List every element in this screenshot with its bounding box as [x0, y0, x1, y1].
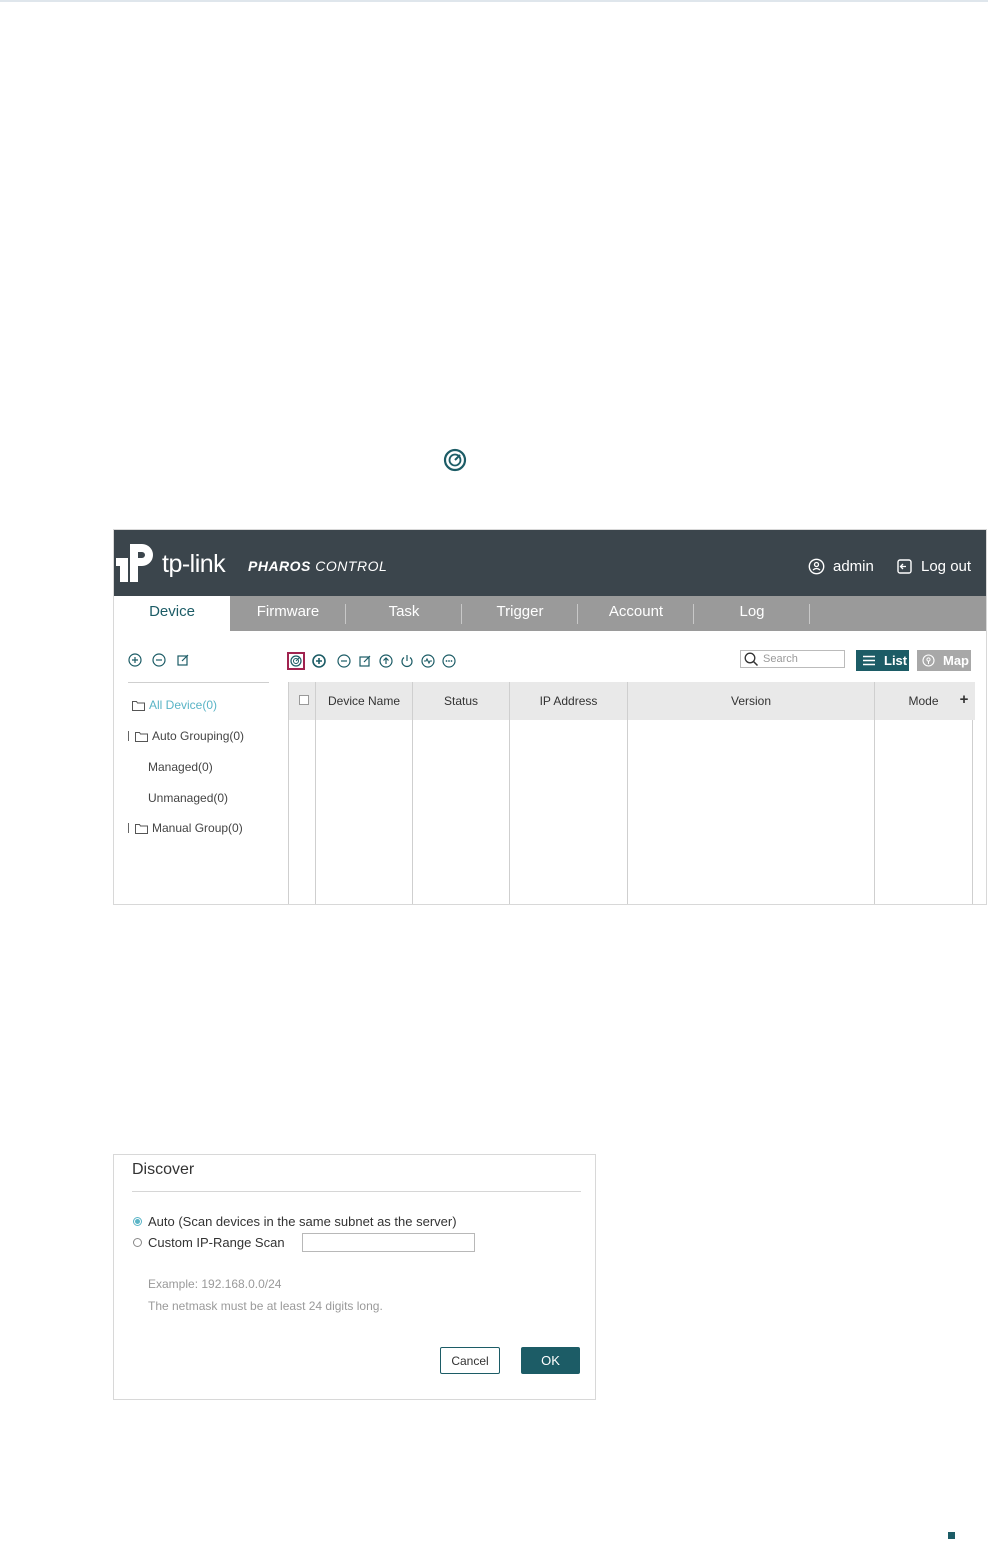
option-auto-label: Auto (Scan devices in the same subnet as…	[148, 1214, 457, 1229]
user-menu[interactable]: admin	[808, 558, 874, 575]
sidebar-divider	[128, 682, 269, 683]
add-device-icon[interactable]	[312, 654, 326, 668]
tree-item-label: All Device(0)	[149, 698, 218, 712]
list-view-button[interactable]: List	[856, 650, 909, 671]
upgrade-icon[interactable]	[379, 654, 393, 668]
username: admin	[833, 558, 874, 575]
column-device-name: Device Name	[316, 682, 413, 904]
folder-icon	[132, 700, 145, 711]
map-pin-icon	[922, 654, 935, 667]
add-group-icon[interactable]	[128, 653, 142, 667]
column-status: Status	[413, 682, 510, 904]
tree-item-all-device[interactable]: All Device(0)	[132, 698, 217, 712]
radio-auto[interactable]	[133, 1217, 142, 1226]
logout-button[interactable]: Log out	[896, 558, 971, 575]
ok-button[interactable]: OK	[521, 1347, 580, 1374]
product-name-rest: CONTROL	[310, 558, 388, 574]
tab-log[interactable]: Log	[694, 596, 810, 631]
tab-firmware[interactable]: Firmware	[230, 596, 346, 631]
more-icon[interactable]	[442, 654, 456, 668]
pharos-control-window: tp-link PHAROS CONTROL admin Log out Dev…	[113, 529, 987, 905]
page-footer-mark	[948, 1532, 955, 1539]
column-header-device-name[interactable]: Device Name	[316, 694, 412, 708]
option-custom-range[interactable]: Custom IP-Range Scan	[133, 1235, 285, 1250]
ip-range-input[interactable]	[302, 1233, 475, 1252]
tree-item-unmanaged[interactable]: Unmanaged(0)	[148, 791, 228, 805]
map-label: Map	[943, 653, 969, 668]
expand-handle[interactable]	[128, 823, 129, 833]
device-table: Device Name Status IP Address Version Mo…	[288, 682, 975, 904]
netmask-note: The netmask must be at least 24 digits l…	[148, 1299, 383, 1313]
device-toolbar	[287, 652, 456, 670]
tree-item-label: Auto Grouping(0)	[152, 729, 245, 743]
group-toolbar	[128, 653, 190, 667]
expand-handle[interactable]	[128, 731, 129, 741]
logo-text: tp-link	[162, 550, 226, 578]
tree-item-label: Manual Group(0)	[152, 821, 243, 835]
logout-icon	[897, 559, 912, 574]
tree-item-managed[interactable]: Managed(0)	[148, 760, 213, 774]
app-header: tp-link PHAROS CONTROL admin Log out	[114, 530, 986, 596]
tp-link-logo-mark	[116, 544, 153, 582]
tab-trigger[interactable]: Trigger	[462, 596, 578, 631]
option-auto[interactable]: Auto (Scan devices in the same subnet as…	[133, 1214, 457, 1229]
edit-group-icon[interactable]	[176, 653, 190, 667]
discover-dialog: Discover Auto (Scan devices in the same …	[113, 1154, 596, 1400]
folder-icon	[135, 823, 148, 834]
cancel-button[interactable]: Cancel	[440, 1347, 500, 1374]
search-placeholder: Search	[763, 653, 798, 665]
column-version: Version	[628, 682, 875, 904]
logout-label: Log out	[921, 558, 972, 575]
tab-device[interactable]: Device	[114, 596, 230, 631]
list-label: List	[884, 653, 908, 668]
remove-group-icon[interactable]	[152, 653, 166, 667]
user-icon	[808, 558, 825, 575]
tree-item-auto-grouping[interactable]: Auto Grouping(0)	[128, 729, 244, 743]
column-header-status[interactable]: Status	[413, 694, 509, 708]
discover-icon	[443, 448, 467, 472]
option-custom-label: Custom IP-Range Scan	[148, 1235, 285, 1250]
search-icon	[744, 652, 759, 667]
add-column-button[interactable]: +	[955, 682, 973, 720]
list-icon	[863, 655, 875, 666]
reboot-icon[interactable]	[400, 654, 414, 668]
select-all-checkbox[interactable]	[299, 695, 309, 705]
dialog-title-divider	[132, 1191, 581, 1192]
example-hint: Example: 192.168.0.0/24	[148, 1277, 282, 1291]
main-tabs: Device Firmware Task Trigger Account Log	[114, 596, 986, 631]
radio-custom-range[interactable]	[133, 1238, 142, 1247]
remove-device-icon[interactable]	[337, 654, 351, 668]
tree-item-manual-group[interactable]: Manual Group(0)	[128, 821, 243, 835]
discover-button[interactable]	[287, 652, 305, 670]
product-name-bold: PHAROS	[248, 558, 311, 574]
folder-icon	[135, 731, 148, 742]
tp-link-logo: tp-link	[116, 540, 234, 586]
dialog-title: Discover	[132, 1161, 195, 1178]
edit-device-icon[interactable]	[358, 654, 372, 668]
column-ip-address: IP Address	[510, 682, 628, 904]
map-view-button[interactable]: Map	[917, 650, 971, 671]
monitor-icon[interactable]	[421, 654, 435, 668]
column-header-version[interactable]: Version	[628, 694, 874, 708]
select-column	[289, 682, 316, 904]
search-input[interactable]: Search	[740, 650, 845, 668]
product-name: PHAROS CONTROL	[248, 558, 387, 574]
tab-account[interactable]: Account	[578, 596, 694, 631]
discover-icon	[290, 655, 302, 667]
tab-task[interactable]: Task	[346, 596, 462, 631]
column-header-ip-address[interactable]: IP Address	[510, 694, 627, 708]
page-top-rule	[0, 0, 988, 2]
